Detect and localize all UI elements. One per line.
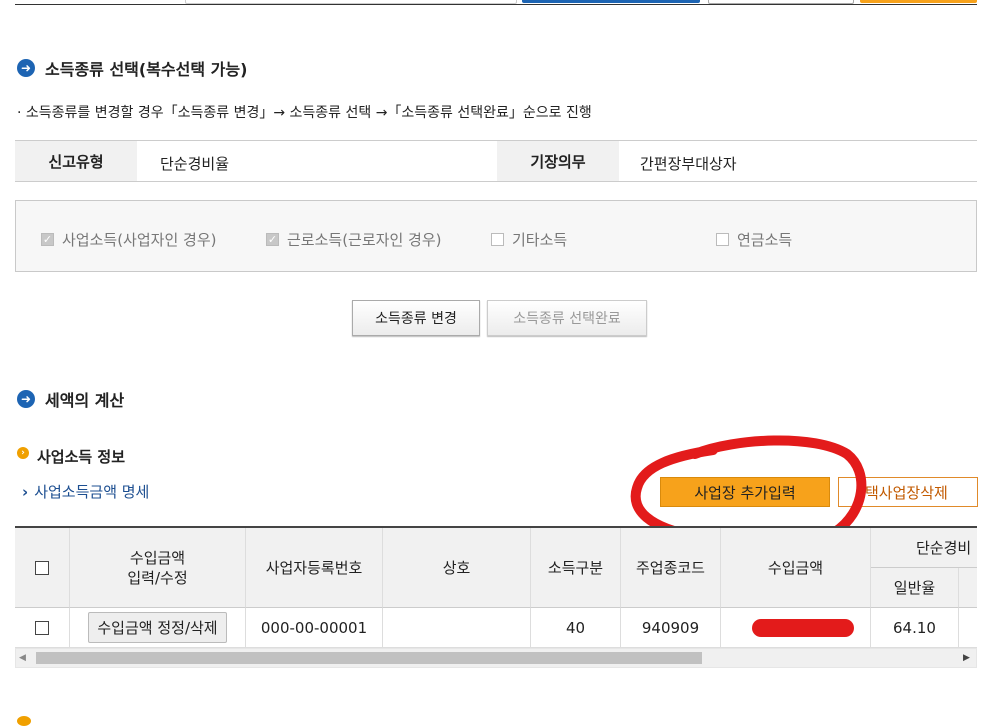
tax-calc-title-text: 세액의 계산 — [45, 391, 125, 410]
bookkeeping-value: 간편장부대상자 — [640, 154, 737, 173]
checkbox-icon[interactable] — [491, 233, 504, 246]
table-cell-industry-code: 940909 — [621, 608, 721, 648]
header-text: 수입금액 — [129, 548, 186, 567]
checkbox-icon[interactable] — [35, 560, 49, 575]
header-text: 입력/수정 — [127, 568, 188, 587]
redaction-mark — [751, 618, 854, 637]
top-orange-button[interactable] — [860, 0, 977, 3]
table-header-select-all[interactable] — [15, 528, 70, 608]
tax-calc-section-title: ➜ 세액의 계산 — [17, 387, 124, 411]
arrow-circle-icon: ➜ — [17, 59, 35, 77]
table-header-next-col — [959, 568, 977, 608]
instruction-text: · 소득종류를 변경할 경우「소득종류 변경」→ 소득종류 선택 →「소득종류 … — [17, 105, 592, 121]
report-type-value: 단순경비율 — [160, 154, 230, 173]
checkbox-pension-income[interactable]: 연금소득 — [716, 229, 792, 250]
report-type-label: 신고유형 — [15, 141, 137, 181]
chevron-circle-icon: › — [17, 446, 29, 459]
checkbox-checked-icon[interactable]: ✓ — [41, 233, 54, 246]
checkbox-icon[interactable] — [716, 233, 729, 246]
table-header-biz-reg-no: 사업자등록번호 — [246, 528, 383, 608]
next-section-bullet-icon — [17, 716, 31, 726]
checkbox-label: 기타소득 — [512, 231, 568, 249]
income-type-checkbox-panel: ✓ 사업소득(사업자인 경우) ✓ 근로소득(근로자인 경우) 기타소득 연금소… — [15, 200, 977, 272]
table-header-income-class: 소득구분 — [531, 528, 621, 608]
checkbox-label: 연금소득 — [737, 231, 793, 249]
scroll-left-icon[interactable]: ◀ — [19, 653, 26, 663]
income-type-section-title: ➜ 소득종류 선택(복수선택 가능) — [17, 56, 247, 80]
edit-amount-button[interactable]: 수입금액 정정/삭제 — [88, 612, 227, 643]
business-info-title: › 사업소득 정보 — [17, 446, 125, 467]
table-row-checkbox-cell[interactable] — [15, 608, 70, 648]
table-header-general-rate: 일반율 — [871, 568, 959, 608]
report-info-table: 신고유형 단순경비율 기장의무 간편장부대상자 — [15, 140, 977, 182]
complete-income-type-button[interactable]: 소득종류 선택완료 — [487, 300, 647, 336]
top-divider — [15, 4, 977, 5]
table-cell-general-rate: 64.10 — [871, 608, 959, 648]
table-header-trade-name: 상호 — [383, 528, 531, 608]
chevron-right-icon: › — [22, 483, 29, 501]
table-cell-revenue — [721, 608, 871, 648]
table-cell-income-class: 40 — [531, 608, 621, 648]
checkbox-other-income[interactable]: 기타소득 — [491, 229, 567, 250]
table-cell-next — [959, 608, 977, 648]
business-amount-link-text[interactable]: 사업소득금액 명세 — [34, 483, 149, 501]
business-income-table: 수입금액 입력/수정 사업자등록번호 상호 소득구분 주업종코드 수입금액 단순… — [15, 526, 977, 648]
table-header-industry-code: 주업종코드 — [621, 528, 721, 608]
income-type-title-text: 소득종류 선택(복수선택 가능) — [45, 60, 248, 79]
checkbox-label: 사업소득(사업자인 경우) — [62, 231, 217, 249]
table-cell-trade-name — [383, 608, 531, 648]
checkbox-business-income[interactable]: ✓ 사업소득(사업자인 경우) — [41, 229, 216, 250]
table-header-revenue: 수입금액 — [721, 528, 871, 608]
table-header-simple-expense: 단순경비 — [871, 528, 977, 568]
top-blue-button[interactable] — [522, 0, 700, 3]
arrow-circle-icon: ➜ — [17, 390, 35, 408]
scrollbar-thumb[interactable] — [36, 652, 702, 664]
table-cell-biz-reg-no: 000-00-00001 — [246, 608, 383, 648]
bookkeeping-label: 기장의무 — [497, 141, 619, 181]
business-info-title-text: 사업소득 정보 — [37, 448, 126, 466]
table-horizontal-scrollbar[interactable]: ◀ ▶ — [15, 648, 977, 668]
checkbox-checked-icon[interactable]: ✓ — [266, 233, 279, 246]
table-header-amount-edit: 수입금액 입력/수정 — [70, 528, 246, 608]
checkbox-earned-income[interactable]: ✓ 근로소득(근로자인 경우) — [266, 229, 441, 250]
checkbox-label: 근로소득(근로자인 경우) — [287, 231, 442, 249]
change-income-type-button[interactable]: 소득종류 변경 — [352, 300, 480, 336]
table-row-edit-cell: 수입금액 정정/삭제 — [70, 608, 246, 648]
business-amount-link[interactable]: › 사업소득금액 명세 — [22, 481, 149, 502]
scroll-right-icon[interactable]: ▶ — [963, 653, 970, 663]
checkbox-icon[interactable] — [35, 620, 49, 635]
top-input[interactable] — [185, 0, 517, 4]
top-gray-button[interactable] — [708, 0, 854, 4]
